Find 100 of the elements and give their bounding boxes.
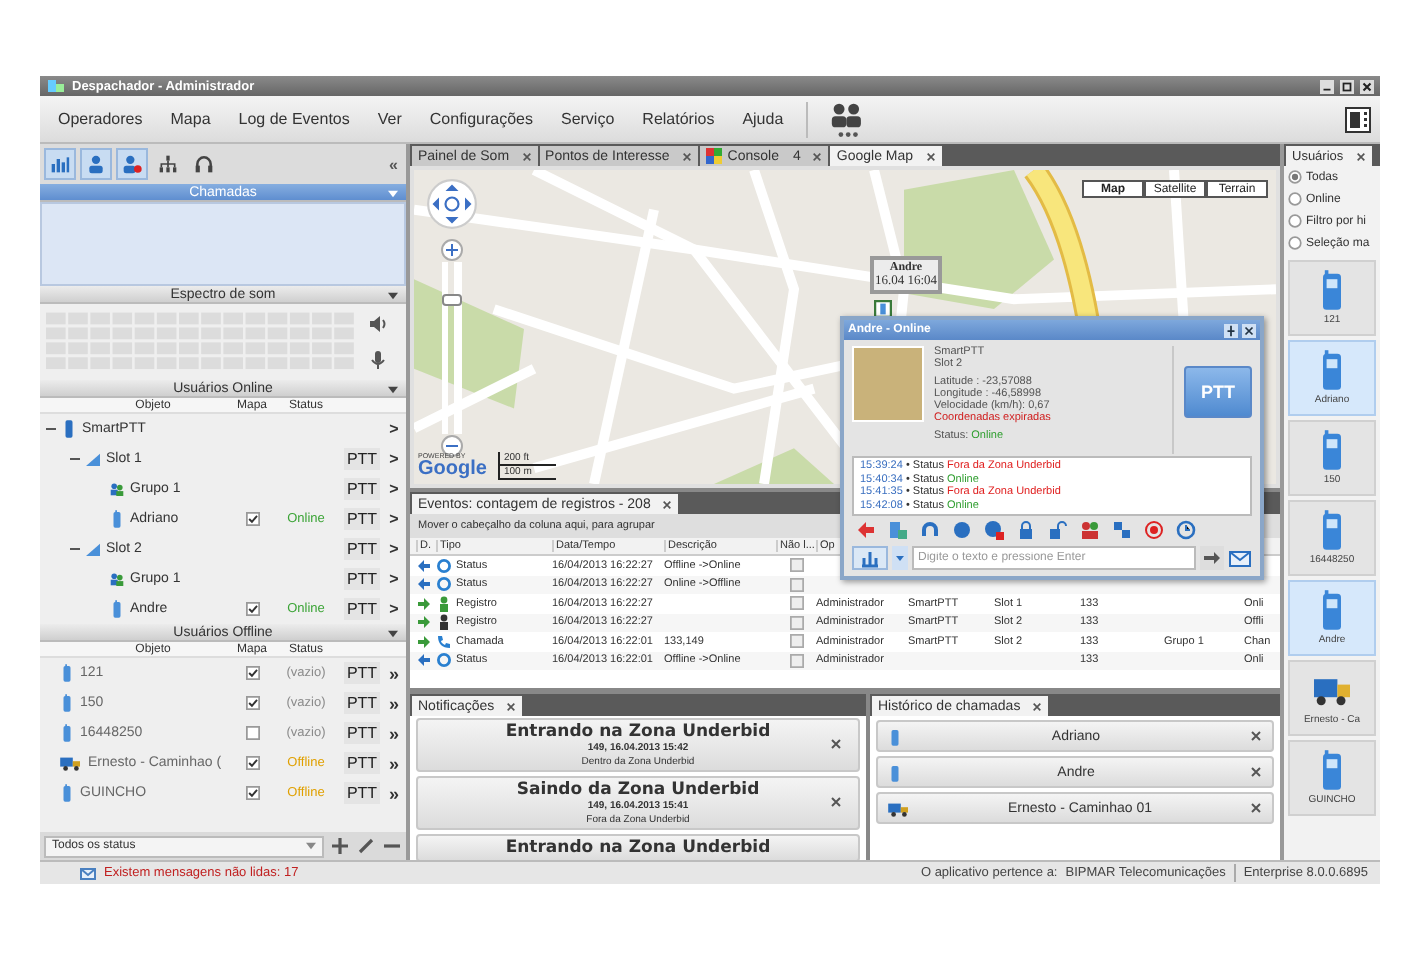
radio-button[interactable] [1288, 170, 1302, 184]
mail-icon[interactable] [1228, 546, 1252, 570]
ptt-button[interactable]: PTT [344, 662, 380, 684]
checkbox[interactable] [789, 615, 803, 630]
close-icon[interactable] [1250, 766, 1262, 778]
minimize-icon[interactable] [1320, 79, 1334, 93]
checkbox[interactable] [789, 653, 803, 668]
checkbox[interactable] [245, 756, 259, 770]
add-icon[interactable] [330, 836, 350, 856]
more-button[interactable]: > [382, 540, 406, 558]
more-button[interactable]: > [382, 450, 406, 468]
menu-item[interactable]: Mapa [156, 110, 225, 128]
globe-blocked-icon[interactable] [984, 520, 1004, 540]
call-icon[interactable] [856, 520, 876, 540]
checkbox[interactable] [789, 634, 803, 649]
more-button[interactable]: » [382, 783, 406, 803]
checkbox[interactable] [245, 696, 259, 710]
close-icon[interactable] [925, 151, 936, 161]
more-button[interactable]: » [382, 753, 406, 773]
checkbox[interactable] [245, 512, 259, 526]
checkbox[interactable] [789, 596, 803, 611]
close-icon[interactable] [830, 796, 842, 808]
more-button[interactable]: > [382, 600, 406, 618]
close-icon[interactable] [1250, 730, 1262, 742]
edit-icon[interactable] [356, 836, 376, 856]
more-button[interactable]: > [382, 510, 406, 528]
more-button[interactable]: » [382, 723, 406, 743]
phone-check-icon[interactable] [888, 520, 908, 540]
caret-icon[interactable] [306, 842, 316, 850]
ptt-button[interactable]: PTT [344, 782, 380, 804]
ptt-button[interactable]: PTT [344, 692, 380, 714]
users-tree-icon[interactable] [1112, 520, 1132, 540]
close-icon[interactable] [1355, 151, 1366, 161]
more-button[interactable]: » [382, 663, 406, 683]
people-icon[interactable] [1080, 520, 1100, 540]
lock-icon[interactable] [1016, 520, 1036, 540]
zoom-thumb[interactable] [442, 294, 462, 306]
record-icon[interactable] [1144, 520, 1164, 540]
checkbox[interactable] [245, 786, 259, 800]
send-arrow-icon[interactable] [1200, 546, 1224, 570]
ptt-button[interactable]: PTT [344, 478, 380, 500]
close-icon[interactable] [1032, 701, 1043, 711]
close-icon[interactable] [1360, 79, 1374, 93]
caret-icon[interactable] [388, 291, 398, 299]
dropdown-caret-icon[interactable] [892, 546, 908, 570]
zoom-slider[interactable] [442, 262, 462, 434]
more-button[interactable]: > [382, 420, 406, 438]
ptt-button[interactable]: PTT [344, 598, 380, 620]
unlock-icon[interactable] [1048, 520, 1068, 540]
ptt-button[interactable]: PTT [344, 508, 380, 530]
notification-card[interactable]: Entrando na Zona Underbid [416, 834, 860, 860]
caret-icon[interactable] [388, 385, 398, 393]
ptt-button[interactable]: PTT [344, 752, 380, 774]
ptt-button[interactable]: PTT [344, 568, 380, 590]
radio-button[interactable] [1288, 192, 1302, 206]
close-icon[interactable] [1242, 323, 1256, 337]
checkbox[interactable] [789, 558, 803, 573]
close-icon[interactable] [662, 499, 673, 509]
globe-icon[interactable] [952, 520, 972, 540]
expander-icon[interactable] [70, 454, 80, 464]
person-blocked-icon[interactable] [116, 148, 148, 180]
notification-title: Entrando na Zona Underbid [505, 838, 771, 858]
collapse-button[interactable]: « [389, 155, 402, 173]
close-icon[interactable] [1250, 802, 1262, 814]
clock-icon[interactable] [1176, 520, 1196, 540]
phone-icon [436, 633, 452, 650]
radio-button[interactable] [1288, 236, 1302, 250]
more-button[interactable]: > [382, 480, 406, 498]
more-button[interactable]: » [382, 693, 406, 713]
person-icon[interactable] [80, 148, 112, 180]
expander-icon[interactable] [70, 544, 80, 554]
channel-button[interactable] [852, 546, 888, 570]
expander-icon[interactable] [46, 424, 56, 434]
close-icon[interactable] [830, 738, 842, 750]
headset-icon[interactable] [920, 520, 940, 540]
checkbox[interactable] [245, 602, 259, 616]
radio-button[interactable] [1288, 214, 1302, 228]
pin-icon[interactable] [1224, 323, 1238, 337]
ptt-button[interactable]: PTT [344, 448, 380, 470]
menu-item[interactable]: Ver [363, 110, 416, 128]
checkbox[interactable] [245, 666, 259, 680]
pan-control[interactable] [426, 178, 478, 230]
menu-item[interactable]: Configurações [415, 110, 547, 128]
columns-icon[interactable] [1344, 105, 1372, 133]
equalizer-icon[interactable] [44, 148, 76, 180]
microphone-icon[interactable] [368, 350, 388, 370]
checkbox[interactable] [245, 726, 259, 740]
menu-item[interactable]: Operadores [44, 110, 157, 128]
menu-item[interactable]: Ajuda [728, 110, 798, 128]
ptt-button[interactable]: PTT [344, 538, 380, 560]
caret-icon[interactable] [388, 629, 398, 637]
menu-item[interactable]: Relatórios [628, 110, 729, 128]
checkbox[interactable] [789, 577, 803, 592]
restore-icon[interactable] [1340, 79, 1354, 93]
ptt-button[interactable]: PTT [344, 722, 380, 744]
menu-item[interactable]: Log de Eventos [224, 110, 364, 128]
menu-item[interactable]: Serviço [546, 110, 629, 128]
speaker-icon[interactable] [368, 314, 388, 334]
close-icon[interactable] [506, 701, 517, 711]
more-button[interactable]: > [382, 570, 406, 588]
